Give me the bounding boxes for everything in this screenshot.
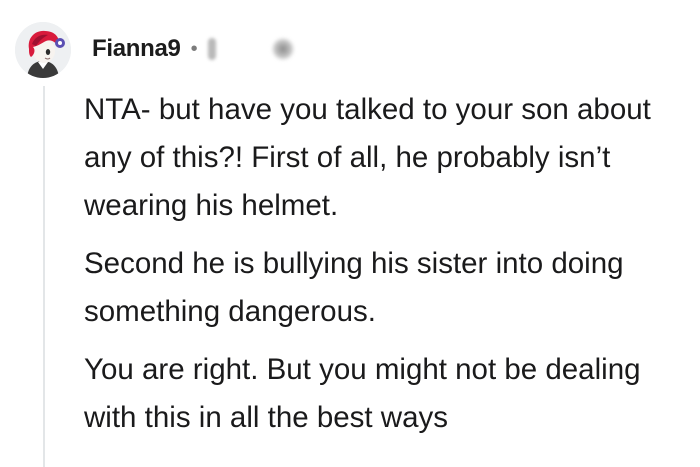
- comment-body: NTA- but have you talked to your son abo…: [84, 86, 684, 442]
- comment-paragraph: Second he is bullying his sister into do…: [84, 247, 624, 328]
- comment-paragraph: You are right. But you might not be deal…: [84, 353, 641, 434]
- comment-paragraph: NTA- but have you talked to your son abo…: [84, 93, 651, 222]
- avatar[interactable]: [15, 22, 71, 78]
- avatar-image: [15, 22, 71, 78]
- comment: Fianna9 • NTA- but have you talked to yo…: [0, 0, 700, 467]
- thread-line[interactable]: [43, 86, 45, 467]
- comment-header: Fianna9 •: [92, 34, 294, 64]
- meta-separator: •: [190, 38, 198, 60]
- redacted-mark: [207, 38, 216, 60]
- redacted-metadata: [207, 38, 294, 60]
- username-link[interactable]: Fianna9: [92, 35, 181, 63]
- redacted-mark: [271, 38, 294, 60]
